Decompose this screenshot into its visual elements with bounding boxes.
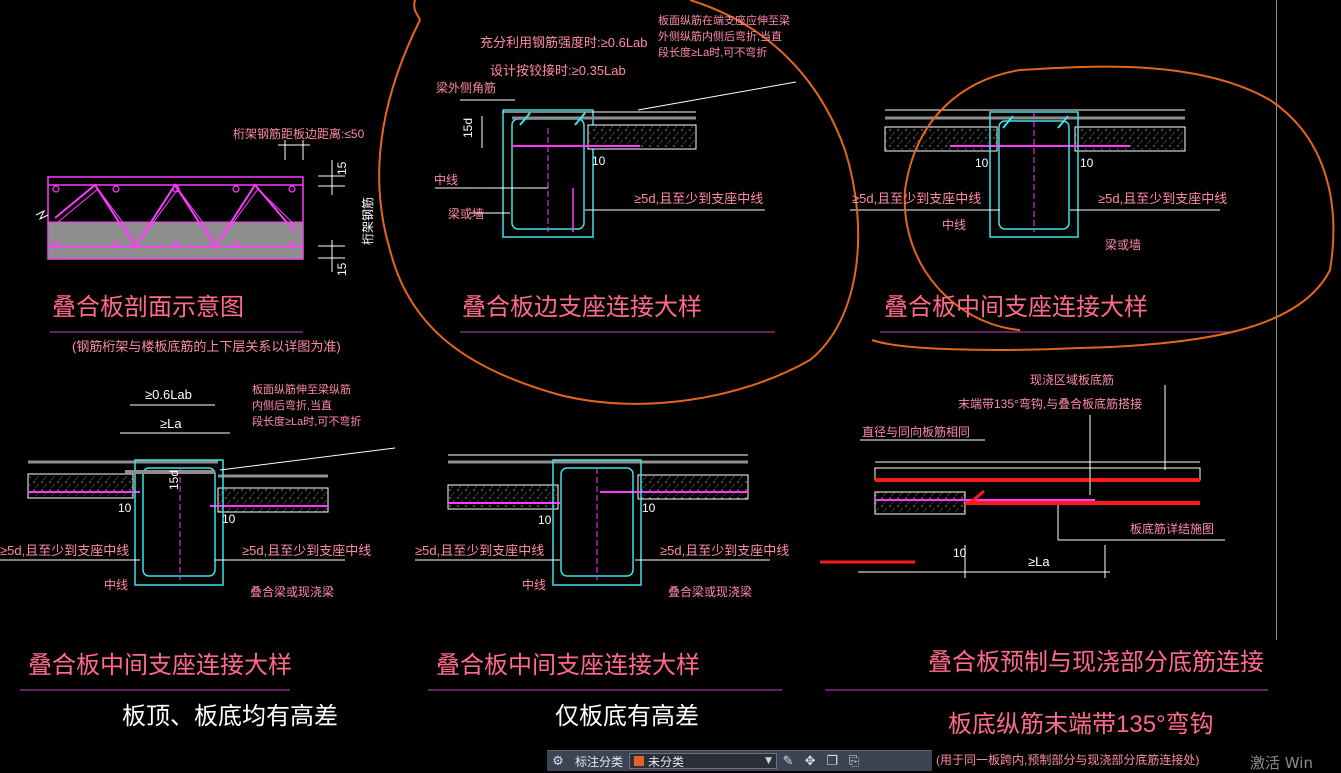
precast-cast-bottom: 现浇区域板底筋 bbox=[1030, 372, 1114, 387]
section-title: 叠合板剖面示意图 bbox=[52, 294, 244, 321]
middle-5d-left: ≥5d,且至少到支座中线 bbox=[852, 191, 981, 206]
annotation-category-label: 标注分类 bbox=[575, 754, 624, 769]
middle-both-title: 叠合板中间支座连接大样 bbox=[28, 652, 292, 679]
edge-beam: 梁或墙 bbox=[448, 206, 484, 221]
middle-beam: 梁或墙 bbox=[1105, 237, 1141, 252]
category-dropdown-value: 未分类 bbox=[648, 754, 685, 769]
middle-10-left: 10 bbox=[975, 156, 989, 170]
middle-bottom-10-left: 10 bbox=[538, 513, 552, 527]
middle-bottom-center: 中线 bbox=[522, 577, 546, 592]
precast-la: ≥La bbox=[1028, 554, 1050, 569]
middle-bottom-5d-left: ≥5d,且至少到支座中线 bbox=[415, 543, 544, 558]
precast-detail: 板底筋详结施图 bbox=[1130, 521, 1214, 536]
precast-title: 叠合板预制与现浇部分底筋连接 bbox=[928, 649, 1264, 676]
section-dim-top: 15 bbox=[335, 161, 349, 175]
precast-note: (用于同一板跨内,预制部分与现浇部分底筋连接处) bbox=[936, 752, 1199, 767]
middle-5d-right: ≥5d,且至少到支座中线 bbox=[1098, 191, 1227, 206]
middle-both-note-top: 板面纵筋伸至梁纵筋内侧后弯折,当直段长度≥La时,可不弯折 bbox=[252, 382, 361, 428]
section-truss-dist: 桁架钢筋距板边距离:≤50 bbox=[233, 126, 365, 141]
edge-note-design: 设计按铰接时:≥0.35Lab bbox=[490, 63, 626, 78]
middle-both-la: ≥La bbox=[160, 416, 182, 431]
precast-hook: 末端带135°弯钩,与叠合板底筋搭接 bbox=[958, 396, 1142, 411]
chevron-down-icon: ▼ bbox=[765, 756, 773, 766]
middle-both-lab: ≥0.6Lab bbox=[145, 387, 192, 402]
middle-both-subtitle: 板顶、板底均有高差 bbox=[122, 703, 338, 730]
edge-15d: 15d bbox=[461, 118, 475, 138]
edge-10: 10 bbox=[592, 154, 606, 168]
middle-bottom-title: 叠合板中间支座连接大样 bbox=[436, 652, 700, 679]
cad-canvas[interactable]: 叠合板剖面示意图 (钢筋桁架与楼板底筋的上下层关系以详图为准) 桁架钢筋距板边距… bbox=[0, 0, 1341, 770]
middle-both-center: 中线 bbox=[104, 577, 128, 592]
precast-diameter: 直径与同向板筋相同 bbox=[862, 424, 970, 439]
middle-both-5d-left: ≥5d,且至少到支座中线 bbox=[0, 543, 129, 558]
edge-5d: ≥5d,且至少到支座中线 bbox=[634, 191, 763, 206]
middle-both-10-right: 10 bbox=[222, 512, 236, 526]
move-icon[interactable]: ✥ bbox=[799, 752, 821, 770]
precast-subtitle: 板底纵筋末端带135°弯钩 bbox=[948, 711, 1214, 738]
section-truss-rebar: 桁架钢筋 bbox=[360, 197, 375, 245]
edge-center: 中线 bbox=[434, 172, 458, 187]
edge-note-full: 充分利用钢筋强度时:≥0.6Lab bbox=[480, 35, 648, 50]
middle-bottom-subtitle: 仅板底有高差 bbox=[555, 703, 699, 730]
precast-10: 10 bbox=[953, 546, 967, 560]
middle-10-right: 10 bbox=[1080, 156, 1094, 170]
edge-note-top-rebar: 板面纵筋在端支座应伸至梁外侧纵筋内侧后弯折,当直段长度≥La时,可不弯折 bbox=[658, 13, 790, 59]
category-color-swatch bbox=[634, 756, 645, 766]
middle-both-beam: 叠合梁或现浇梁 bbox=[250, 584, 334, 599]
annotation-toolbar: ⚙ 标注分类 未分类 ▼ ✎ ✥ ❐ ⎘ bbox=[547, 750, 932, 771]
annotation-tool-icon[interactable]: ⚙ bbox=[547, 752, 569, 770]
viewport-border bbox=[1276, 0, 1277, 640]
middle-both-5d-right: ≥5d,且至少到支座中线 bbox=[242, 543, 371, 558]
middle-both-15d: 15d bbox=[167, 470, 181, 490]
copy-icon[interactable]: ❐ bbox=[821, 752, 843, 770]
middle-center: 中线 bbox=[942, 217, 966, 232]
middle-both-10-left: 10 bbox=[118, 501, 132, 515]
edge-title: 叠合板边支座连接大样 bbox=[462, 294, 702, 321]
edit-icon[interactable]: ✎ bbox=[777, 752, 799, 770]
middle-title: 叠合板中间支座连接大样 bbox=[884, 294, 1148, 321]
section-dim-bottom: 15 bbox=[335, 262, 349, 276]
section-note: (钢筋桁架与楼板底筋的上下层关系以详图为准) bbox=[72, 339, 341, 354]
middle-bottom-10-right: 10 bbox=[642, 501, 656, 515]
middle-bottom-beam: 叠合梁或现浇梁 bbox=[668, 584, 752, 599]
middle-bottom-5d-right: ≥5d,且至少到支座中线 bbox=[660, 543, 789, 558]
category-dropdown[interactable]: 未分类 ▼ bbox=[629, 753, 778, 769]
edge-side-rebar: 梁外侧角筋 bbox=[436, 80, 496, 95]
paste-icon[interactable]: ⎘ bbox=[843, 752, 865, 770]
